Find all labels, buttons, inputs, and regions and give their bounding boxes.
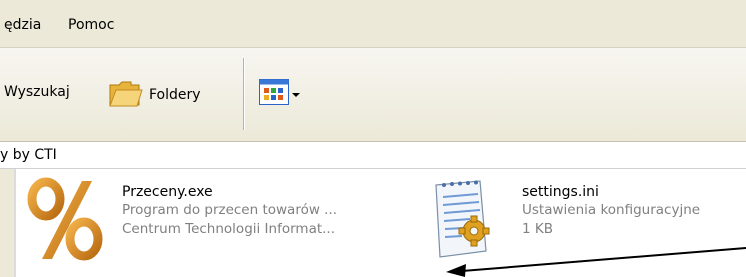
annotation-arrow xyxy=(446,247,746,277)
